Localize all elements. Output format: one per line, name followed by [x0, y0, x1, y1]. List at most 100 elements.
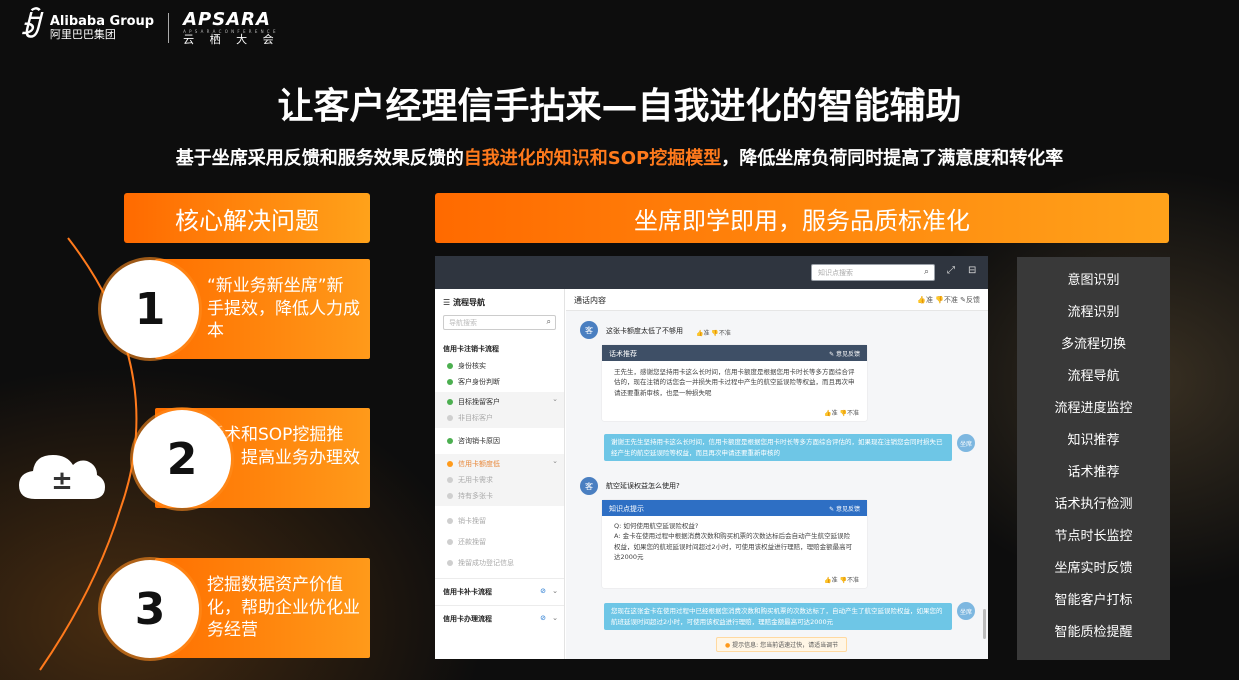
subtitle-highlight: 自我进化的知识和SOP挖掘模型 [463, 148, 722, 169]
search-icon[interactable]: ⌕ [924, 267, 929, 277]
chevron-down-icon[interactable]: ⌄ [552, 614, 558, 622]
nav-search-input[interactable]: 导航搜索 ⌕ [443, 315, 556, 330]
alibaba-en: Alibaba Group [49, 13, 155, 29]
fullscreen-icon[interactable]: ⤢ [947, 265, 955, 276]
knowledge-answer: A: 金卡在使用过程中根据消费次数和购买机票的次数达标后会自动产生航空延误险权益… [614, 532, 853, 562]
right-section-header: 坐席即学即用，服务品质标准化 [435, 193, 1169, 243]
nav-item-low-limit[interactable]: 信用卡额度低 [435, 456, 564, 472]
problem-number-3: 3 [101, 560, 199, 658]
process-nav-panel: ☰ 流程导航 导航搜索 ⌕ 信用卡注销卡流程 身份核实 客户身份判断 ⌄ 目标挽留… [435, 289, 565, 659]
apsara-logo: APSARA A P S A R A C O N F E R E N C E 云… [183, 8, 280, 46]
info-icon: ● [725, 642, 731, 649]
pending-dot-icon [447, 539, 453, 545]
nav-item-no-need[interactable]: 无用卡需求 [435, 472, 564, 488]
conversation-header: 通话内容 👍准 👎不准 ✎反馈 [566, 289, 988, 311]
page-subtitle: 基于坐席采用反馈和服务效果反馈的自我进化的知识和SOP挖掘模型，降低坐席负荷同时… [0, 144, 1239, 170]
customer-avatar: 客 [580, 477, 598, 495]
pending-dot-icon [447, 560, 453, 566]
agent-message-2: 您现在这张金卡在使用过程中已经根据您消费次数和购买机票的次数达标了，自动产生了航… [604, 603, 952, 631]
search-icon[interactable]: ⌕ [547, 317, 551, 327]
minimize-icon[interactable]: ⊟ [968, 265, 976, 276]
nav-item-customer-judge[interactable]: 客户身份判断 [435, 374, 564, 390]
check-circle-icon: ⊘ [540, 587, 546, 595]
header-feedback-buttons[interactable]: 👍准 👎不准 ✎反馈 [917, 295, 980, 305]
feature-item: 流程进度监控 [1054, 401, 1133, 416]
nav-group-retain[interactable]: ⌄ 目标挽留客户 非目标客户 [435, 392, 564, 428]
script-recommend-card: 话术推荐 ✎ 意见反馈 王先生，感谢您坚持用卡这么长时间，信用卡额度是根据您用卡时… [602, 345, 867, 421]
check-circle-icon: ⊘ [540, 614, 546, 622]
feedback-button[interactable]: ✎ 意见反馈 [829, 504, 860, 513]
nav-item-retain-cancel[interactable]: 销卡挽留 [435, 508, 564, 529]
chevron-down-icon[interactable]: ⌄ [552, 457, 558, 465]
card-feedback[interactable]: 👍准 👎不准 [824, 575, 859, 584]
agent-assist-app: 知识点搜索 ⌕ ⤢ ⊟ ☰ 流程导航 导航搜索 ⌕ 信用卡注销卡流程 身份核实 客户… [435, 256, 988, 659]
feature-item: 节点时长监控 [1054, 529, 1133, 544]
feature-item: 流程识别 [1067, 305, 1120, 320]
pending-dot-icon [447, 518, 453, 524]
card-feedback[interactable]: 👍准 👎不准 [824, 408, 859, 417]
problem-number-2: 2 [133, 410, 231, 508]
chevron-down-icon[interactable]: ⌄ [552, 395, 558, 403]
cloud-glyph: ± [51, 466, 73, 496]
nav-item-repay[interactable]: 还款挽留 [435, 529, 564, 550]
nav-search-placeholder: 导航搜索 [449, 319, 477, 327]
left-section-header: 核心解决问题 [124, 193, 370, 243]
alibaba-logo-icon: ꀁ [18, 11, 40, 44]
nav-group-low-limit[interactable]: ⌄ 信用卡额度低 无用卡需求 持有多张卡 [435, 454, 564, 506]
done-dot-icon [447, 438, 453, 444]
conversation-panel: 通话内容 👍准 👎不准 ✎反馈 客 这张卡额度太低了不够用 👍准 👎不准 话术推荐… [566, 289, 988, 659]
customer-message-2: 航空延误权益怎么使用? [606, 482, 680, 490]
alibaba-cn: 阿里巴巴集团 [49, 28, 116, 42]
feature-item: 智能客户打标 [1054, 593, 1133, 608]
nav-item-register[interactable]: 挽留成功登记信息 [435, 550, 564, 578]
logo-divider [168, 13, 170, 43]
feature-item: 多流程切换 [1060, 337, 1126, 352]
pending-dot-icon [447, 415, 453, 421]
subtitle-after: ，降低坐席负荷同时提高了满意度和转化率 [721, 148, 1064, 169]
apsara-cn: 云 栖 大 会 [183, 32, 280, 46]
feature-item: 话术推荐 [1067, 465, 1120, 480]
chevron-down-icon[interactable]: ⌄ [552, 587, 558, 595]
nav-item-identity[interactable]: 身份核实 [435, 358, 564, 374]
feature-item: 智能质检提醒 [1054, 625, 1133, 640]
cloud-icon: ± [19, 455, 105, 499]
feature-item: 意图识别 [1067, 273, 1120, 288]
apsara-en: APSARA [183, 8, 271, 30]
knowledge-search-placeholder: 知识点搜索 [818, 269, 853, 277]
card-header: 话术推荐 ✎ 意见反馈 [602, 345, 867, 361]
done-dot-icon [447, 379, 453, 385]
nav-flow-replace-card[interactable]: 信用卡补卡流程 ⊘ ⌄ [435, 578, 564, 605]
feature-item: 流程导航 [1067, 369, 1120, 384]
nav-item-reason[interactable]: 咨询销卡原因 [435, 430, 564, 452]
agent-message-1: 谢谢王先生坚持用卡这么长时间，信用卡额度是根据您用卡时长等多方面综合评估的，如果… [604, 434, 952, 462]
scrollbar[interactable] [983, 609, 986, 639]
page-title: 让客户经理信手拈来—自我进化的智能辅助 [277, 86, 962, 127]
nav-title: ☰ 流程导航 [443, 298, 485, 307]
pending-dot-icon [447, 477, 453, 483]
subtitle-before: 基于坐席采用反馈和服务效果反馈的 [175, 148, 464, 169]
script-text: 王先生，感谢您坚持用卡这么长时间，信用卡额度是根据您用卡时长等多方面综合评估的，… [614, 368, 855, 397]
problem-number-1: 1 [101, 260, 199, 358]
problem-text-3: 挖掘数据资产价值化，帮助企业优化业务经营 [207, 575, 360, 641]
nav-item-non-target[interactable]: 非目标客户 [435, 410, 564, 426]
alibaba-logo-text: Alibaba Group 阿里巴巴集团 [49, 13, 155, 42]
speech-rate-tip: ● 提示信息: 您当前语速过快，请适当调节 [716, 637, 848, 652]
knowledge-search-input[interactable]: 知识点搜索 ⌕ [811, 264, 935, 281]
feature-list-panel: 意图识别 流程识别 多流程切换 流程导航 流程进度监控 知识推荐 话术推荐 话术执行检测 节点时… [1017, 257, 1170, 660]
nav-item-multi-card[interactable]: 持有多张卡 [435, 488, 564, 504]
feature-item: 坐席实时反馈 [1054, 561, 1133, 576]
nav-item-target[interactable]: 目标挽留客户 [435, 394, 564, 410]
agent-avatar: 坐席 [957, 434, 975, 452]
agent-avatar: 坐席 [957, 602, 975, 620]
nav-section-title: 信用卡注销卡流程 [443, 345, 499, 353]
pending-dot-icon [447, 493, 453, 499]
active-dot-icon [447, 461, 453, 467]
nav-flow-apply-card[interactable]: 信用卡办理流程 ⊘ ⌄ [435, 605, 564, 632]
feedback-button[interactable]: ✎ 意见反馈 [829, 349, 860, 358]
knowledge-qa: Q: 如何使用航空延误险权益? A: 金卡在使用过程中根据消费次数和购买机票的次… [602, 516, 867, 568]
message-feedback[interactable]: 👍准 👎不准 [696, 328, 731, 337]
knowledge-tip-card: 知识点提示 ✎ 意见反馈 Q: 如何使用航空延误险权益? A: 金卡在使用过程中根… [602, 500, 867, 588]
app-topbar: 知识点搜索 ⌕ ⤢ ⊟ [435, 256, 988, 289]
logo-bar: ꀁ Alibaba Group 阿里巴巴集团 APSARA A P S A R … [18, 10, 280, 46]
card-header: 知识点提示 ✎ 意见反馈 [602, 500, 867, 516]
